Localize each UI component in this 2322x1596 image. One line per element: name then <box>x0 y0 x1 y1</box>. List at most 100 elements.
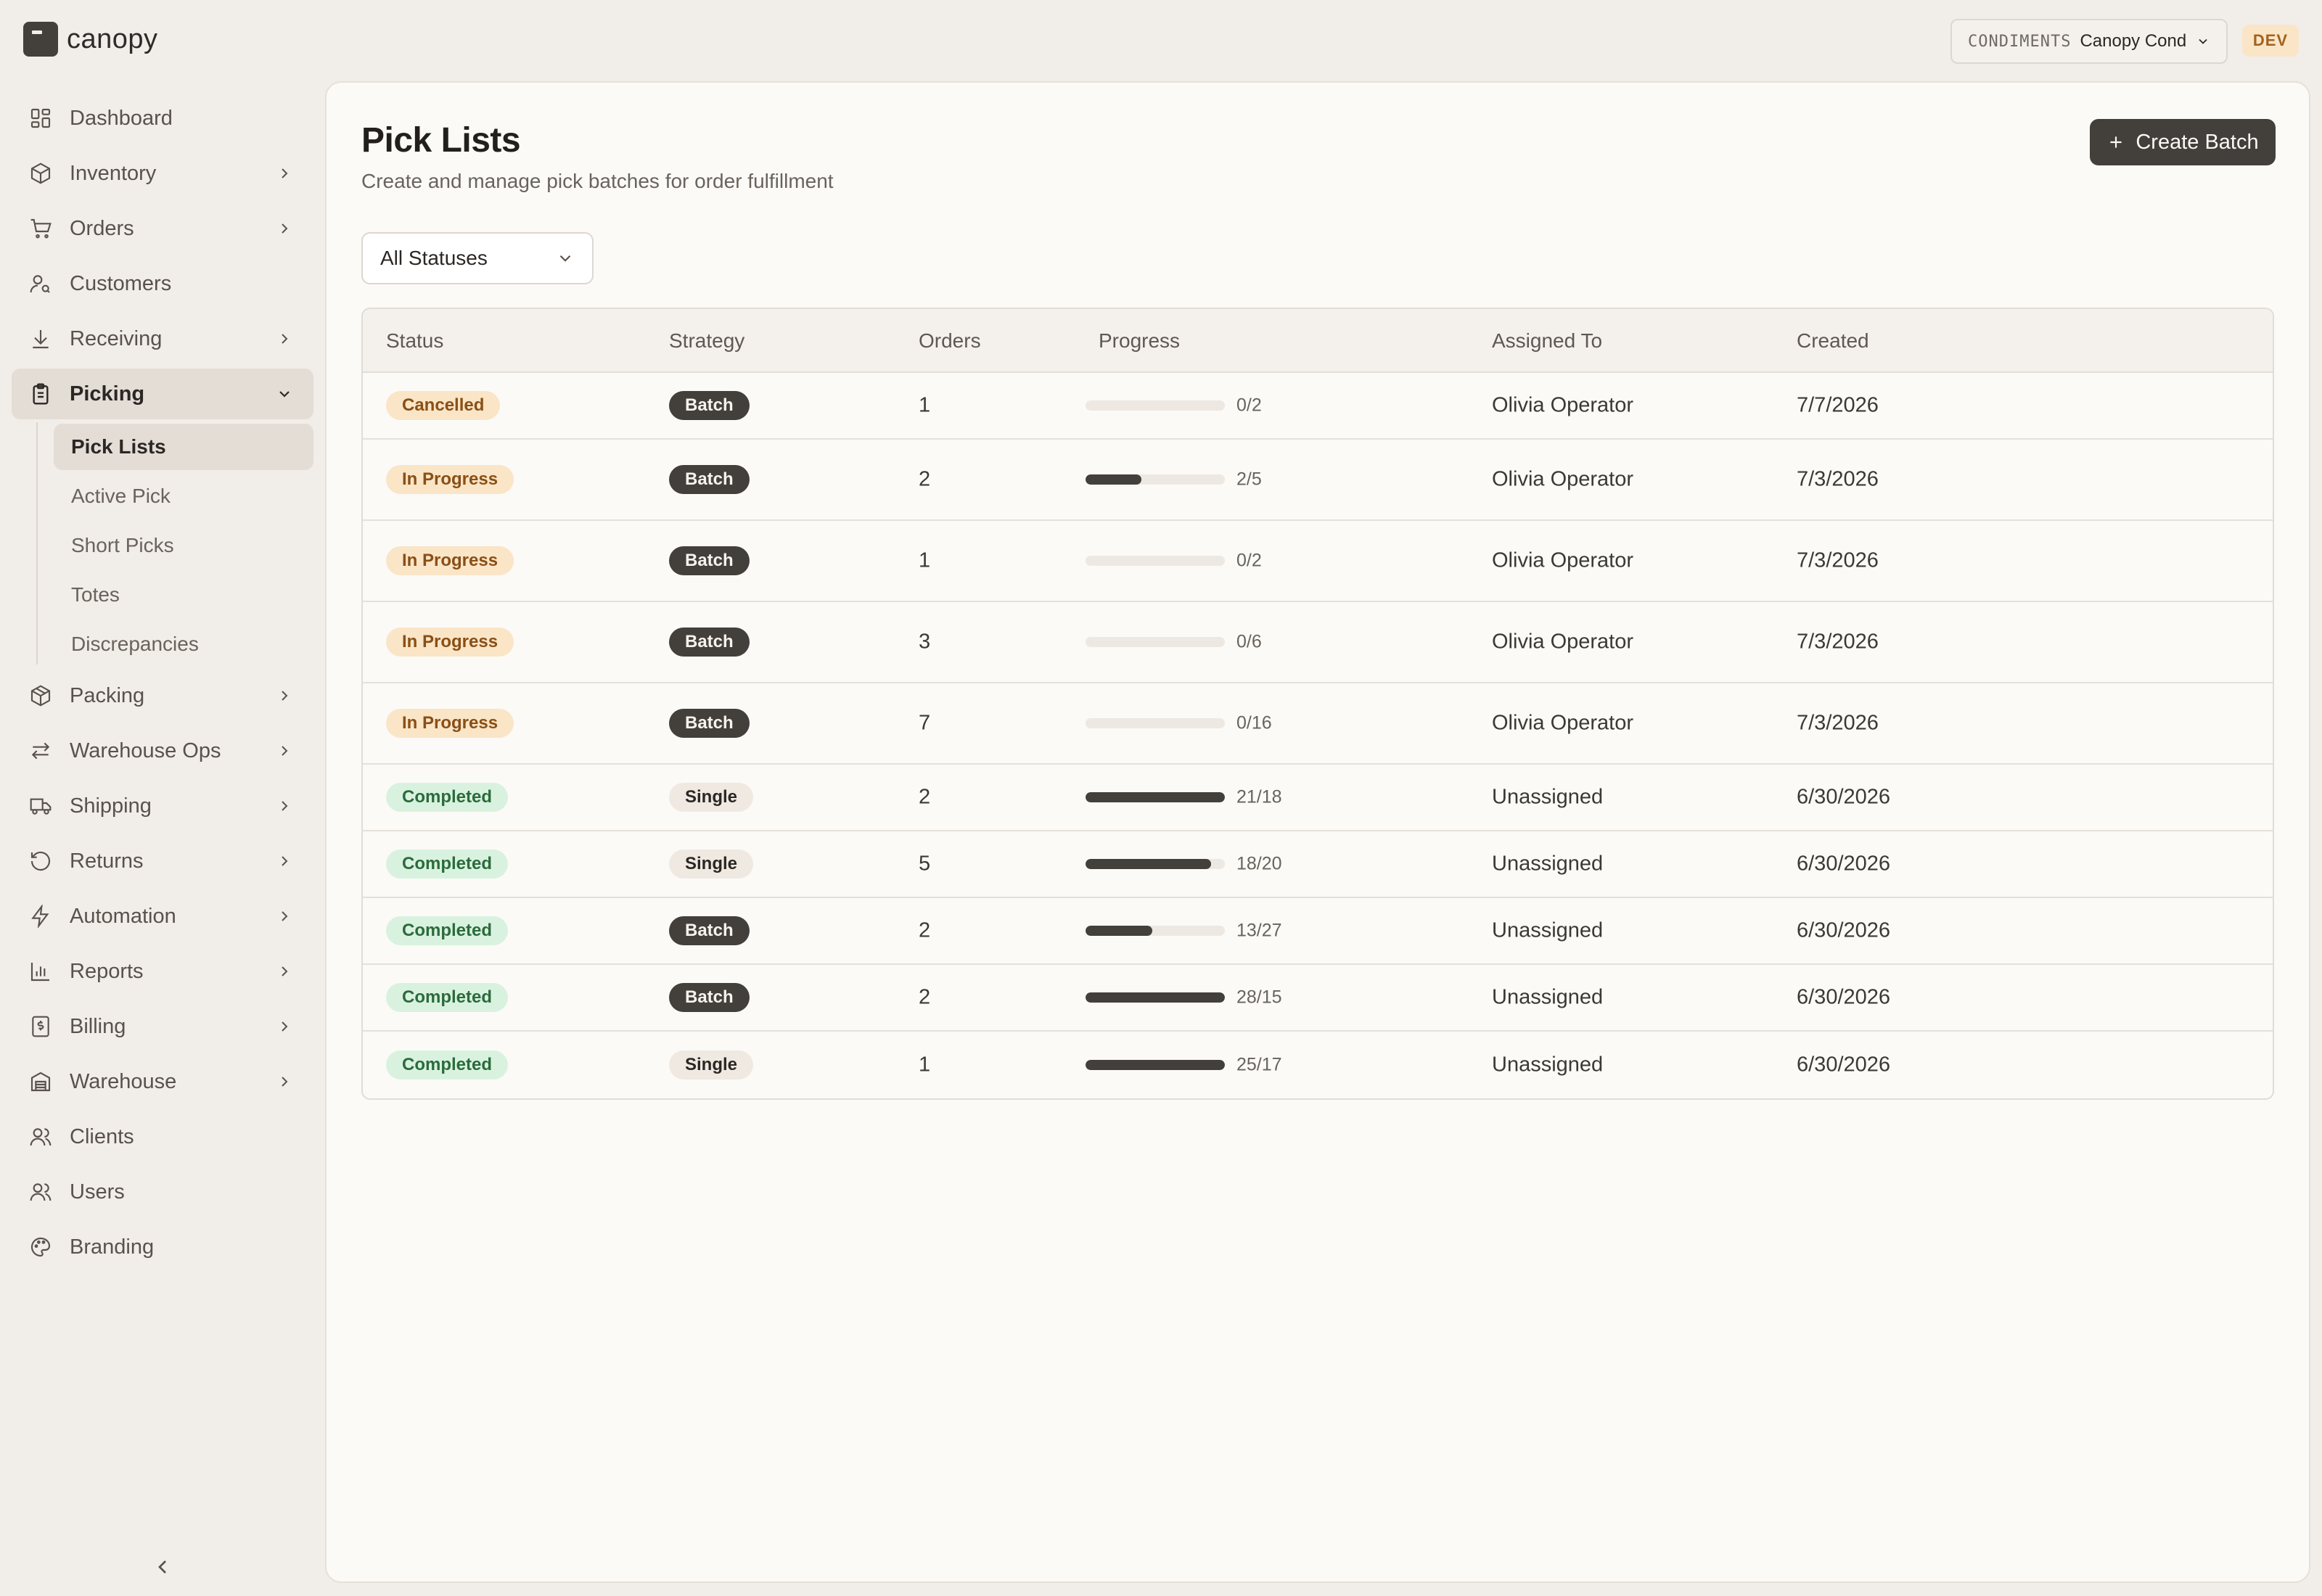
table-row[interactable]: Completed Batch 2 28/15 Unassigned 6/30/2026 <box>363 965 2273 1032</box>
sidebar-item-inventory[interactable]: Inventory <box>12 148 313 199</box>
status-cell: Completed <box>386 916 509 945</box>
collapse-sidebar-icon[interactable] <box>151 1555 174 1579</box>
clipboard-icon <box>29 382 52 406</box>
assigned-to: Olivia Operator <box>1492 548 1634 572</box>
progress-label: 21/18 <box>1236 786 1282 807</box>
sidebar-subitem-active-pick[interactable]: Active Pick <box>54 473 313 519</box>
sidebar-item-billing[interactable]: Billing <box>12 1001 313 1052</box>
table-row[interactable]: In Progress Batch 7 0/16 Olivia Operator 7/3/… <box>363 683 2273 765</box>
header-orders[interactable]: Orders <box>919 329 981 353</box>
bolt-icon <box>29 905 52 928</box>
progress-cell: 13/27 <box>1086 898 1376 963</box>
sidebar-item-dashboard[interactable]: Dashboard <box>12 93 313 144</box>
strategy-badge: Batch <box>669 709 750 738</box>
sidebar-subitem-totes[interactable]: Totes <box>54 572 313 618</box>
chevron-right-icon <box>282 801 288 811</box>
created-date: 6/30/2026 <box>1797 852 1891 876</box>
strategy-cell: Batch <box>669 391 750 420</box>
page-subtitle: Create and manage pick batches for order… <box>361 170 834 192</box>
create-batch-button[interactable]: Create Batch <box>2090 119 2276 165</box>
sidebar-item-returns[interactable]: Returns <box>12 836 313 887</box>
sidebar-subitem-pick-lists[interactable]: Pick Lists <box>54 424 313 470</box>
strategy-cell: Single <box>669 783 754 812</box>
status-cell: Completed <box>386 783 509 812</box>
strategy-cell: Single <box>669 850 754 879</box>
progress-bar <box>1086 637 1225 647</box>
sidebar-item-picking[interactable]: Picking <box>12 369 313 419</box>
strategy-badge: Single <box>669 850 754 879</box>
chevron-right-icon <box>282 223 288 234</box>
sidebar-item-label: Shipping <box>70 794 152 818</box>
progress-bar <box>1086 926 1225 936</box>
sidebar-subitem-discrepancies[interactable]: Discrepancies <box>54 621 313 667</box>
sidebar-item-branding[interactable]: Branding <box>12 1222 313 1272</box>
strategy-badge: Single <box>669 783 754 812</box>
sidebar-item-label: Users <box>70 1180 125 1204</box>
table-row[interactable]: Completed Single 5 18/20 Unassigned 6/30/2026 <box>363 831 2273 898</box>
status-badge: Completed <box>386 983 509 1012</box>
sidebar-item-shipping[interactable]: Shipping <box>12 781 313 831</box>
orders-count: 5 <box>919 852 931 876</box>
header-assigned-to[interactable]: Assigned To <box>1492 329 1602 353</box>
status-filter-value: All Statuses <box>380 247 488 269</box>
env-badge: DEV <box>2242 25 2299 57</box>
chevron-right-icon <box>282 168 288 178</box>
sidebar-item-clients[interactable]: Clients <box>12 1111 313 1162</box>
created-date: 7/3/2026 <box>1797 548 1879 572</box>
status-filter-select[interactable]: All Statuses <box>361 232 594 284</box>
progress-label: 0/16 <box>1236 712 1272 733</box>
created-date: 6/30/2026 <box>1797 785 1891 809</box>
table-row[interactable]: In Progress Batch 3 0/6 Olivia Operator 7/3/2… <box>363 602 2273 683</box>
strategy-cell: Batch <box>669 628 750 657</box>
users-icon <box>29 1180 52 1204</box>
sidebar-item-label: Automation <box>70 904 176 928</box>
sidebar-item-warehouse[interactable]: Warehouse <box>12 1056 313 1107</box>
progress-cell: 25/17 <box>1086 1032 1376 1098</box>
table-row[interactable]: In Progress Batch 2 2/5 Olivia Operator 7/3/2… <box>363 440 2273 521</box>
sidebar-item-label: Branding <box>70 1235 155 1259</box>
main-panel: Pick Lists Create and manage pick batche… <box>325 81 2310 1583</box>
strategy-cell: Batch <box>669 709 750 738</box>
header-progress[interactable]: Progress <box>1099 329 1180 353</box>
chevron-right-icon <box>282 746 288 756</box>
progress-bar <box>1086 1060 1225 1070</box>
sidebar-subitem-short-picks[interactable]: Short Picks <box>54 522 313 569</box>
status-cell: In Progress <box>386 628 514 657</box>
sidebar-item-automation[interactable]: Automation <box>12 891 313 942</box>
status-cell: In Progress <box>386 709 514 738</box>
sidebar-item-packing[interactable]: Packing <box>12 670 313 721</box>
progress-bar <box>1086 859 1225 869</box>
header-strategy[interactable]: Strategy <box>669 329 744 353</box>
box-icon <box>29 162 52 185</box>
progress-cell: 2/5 <box>1086 440 1376 519</box>
strategy-badge: Batch <box>669 546 750 575</box>
progress-cell: 0/2 <box>1086 521 1376 601</box>
tenant-selector[interactable]: CONDIMENTS Canopy Cond <box>1950 19 2228 64</box>
table-body: Cancelled Batch 1 0/2 Olivia Operator 7/7/202… <box>363 373 2273 1098</box>
header-created[interactable]: Created <box>1797 329 1869 353</box>
table-row[interactable]: Completed Single 1 25/17 Unassigned 6/30/2026 <box>363 1032 2273 1098</box>
tenant-code: CONDIMENTS <box>1968 32 2072 51</box>
sidebar-item-receiving[interactable]: Receiving <box>12 313 313 364</box>
assigned-to: Olivia Operator <box>1492 630 1634 654</box>
sidebar-item-reports[interactable]: Reports <box>12 946 313 997</box>
table-row[interactable]: Completed Batch 2 13/27 Unassigned 6/30/2026 <box>363 898 2273 965</box>
table-row[interactable]: In Progress Batch 1 0/2 Olivia Operator 7/3/2… <box>363 521 2273 602</box>
progress-label: 28/15 <box>1236 987 1282 1008</box>
user-search-icon <box>29 272 52 295</box>
table-row[interactable]: Completed Single 2 21/18 Unassigned 6/30/2026 <box>363 765 2273 831</box>
status-cell: Cancelled <box>386 391 501 420</box>
sidebar-item-warehouse-ops[interactable]: Warehouse Ops <box>12 725 313 776</box>
progress-cell: 18/20 <box>1086 831 1376 897</box>
strategy-cell: Batch <box>669 983 750 1012</box>
progress-label: 2/5 <box>1236 469 1262 490</box>
progress-bar-fill <box>1086 926 1153 936</box>
header-status[interactable]: Status <box>386 329 443 353</box>
sidebar-item-users[interactable]: Users <box>12 1167 313 1217</box>
sidebar-item-label: Reports <box>70 959 144 983</box>
sidebar-item-orders[interactable]: Orders <box>12 203 313 254</box>
progress-label: 25/17 <box>1236 1054 1282 1075</box>
table-row[interactable]: Cancelled Batch 1 0/2 Olivia Operator 7/7/202… <box>363 373 2273 440</box>
sidebar-item-customers[interactable]: Customers <box>12 258 313 309</box>
orders-count: 2 <box>919 467 931 491</box>
